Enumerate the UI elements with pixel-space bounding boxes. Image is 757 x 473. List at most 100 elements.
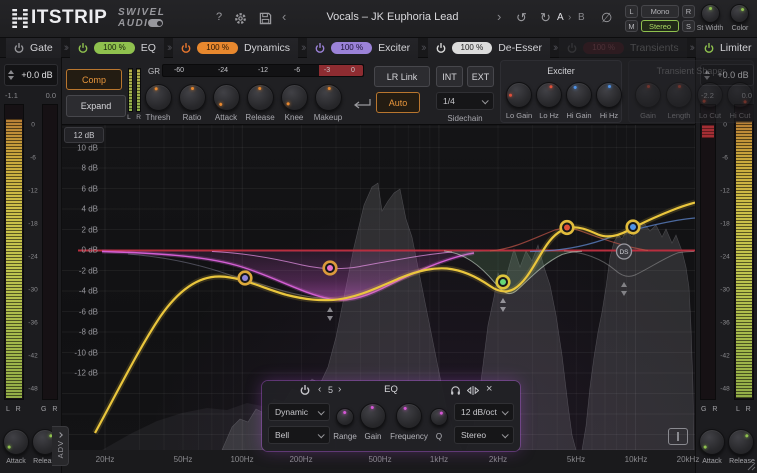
preset-next-button[interactable]: › [497, 9, 501, 24]
stereo-button[interactable]: Stereo [641, 20, 679, 32]
band1-node[interactable] [239, 272, 252, 285]
redo-icon[interactable]: ↻ [540, 10, 551, 26]
band-solo-split-icon[interactable] [467, 385, 479, 396]
close-icon[interactable]: × [486, 383, 492, 395]
band-q-knob[interactable] [430, 408, 448, 426]
makeup-knob[interactable] [315, 84, 342, 111]
exciter-mix-badge[interactable]: 100 % [331, 42, 372, 54]
tab-separator-icon: ›› [298, 42, 307, 54]
eq-panel-title: EQ [262, 384, 520, 395]
preset-name[interactable]: Vocals – JK Euphoria Lead [295, 11, 490, 23]
release-knob[interactable] [247, 84, 274, 111]
undo-icon[interactable]: ↺ [516, 10, 527, 26]
transient-length-knob[interactable] [666, 82, 692, 108]
band-channel-dropdown[interactable]: Stereo [454, 426, 514, 444]
transients-mix-badge[interactable]: 100 % [583, 42, 624, 54]
channel-left-button[interactable]: L [625, 5, 638, 18]
help-button[interactable]: ? [216, 11, 222, 23]
band2-node[interactable] [324, 262, 337, 275]
tab-deesser[interactable]: 100 % De-Esser [428, 38, 550, 58]
color-knob[interactable] [730, 4, 749, 23]
plugin-window: ITSTRIP SWIVEL AUDI ? ‹ Vocals – JK Euph… [0, 0, 757, 473]
gain-reduction-meter [42, 104, 58, 400]
deesser-mix-badge[interactable]: 100 % [452, 42, 493, 54]
channel-right-button[interactable]: R [682, 5, 695, 18]
eq-panel-header: ‹ 5 › EQ × [262, 381, 520, 399]
transient-gain-knob[interactable] [635, 82, 661, 108]
attack-knob[interactable] [213, 84, 240, 111]
limiter-release-knob[interactable] [728, 429, 754, 455]
exciter-power-icon[interactable] [315, 43, 325, 53]
analyzer-toggle-button[interactable] [668, 428, 688, 445]
limiter-gr-meter [700, 104, 716, 400]
comp-button[interactable]: Comp [66, 69, 122, 90]
band4-node[interactable] [561, 221, 574, 234]
tab-transients[interactable]: 100 % Transients [559, 38, 686, 58]
ext-sidechain-button[interactable]: EXT [467, 66, 494, 87]
exciter-lo-gain-knob[interactable] [506, 82, 532, 108]
resize-grip[interactable] [746, 461, 756, 471]
settings-gear-icon[interactable] [234, 12, 247, 25]
brand-toggle-icon [148, 19, 163, 27]
module-tab-bar: Gate ›› 100 % EQ ›› 100 % Dynamics ›› 10… [0, 38, 757, 58]
bypass-icon[interactable]: ∅ [601, 10, 612, 26]
deesser-power-icon[interactable] [436, 43, 446, 53]
tab-exciter-label: Exciter [378, 42, 410, 54]
eq-power-icon[interactable] [78, 43, 88, 53]
exciter-hi-gain-knob[interactable] [566, 82, 592, 108]
tab-dynamics[interactable]: 100 % Dynamics [173, 38, 298, 58]
band5-node[interactable] [627, 221, 640, 234]
sidechain-arrow-icon [352, 98, 372, 110]
transient-lo-cut-knob[interactable] [697, 82, 723, 108]
eq-mix-badge[interactable]: 100 % [94, 42, 135, 54]
save-icon[interactable] [259, 12, 272, 25]
tab-exciter[interactable]: 100 % Exciter [307, 38, 418, 58]
ab-compare-a[interactable]: A [557, 12, 564, 23]
deesser-node[interactable]: DS [617, 244, 632, 259]
thresh-knob[interactable] [145, 84, 172, 111]
limiter-power-icon[interactable] [704, 43, 714, 53]
dynamics-power-icon[interactable] [181, 43, 191, 53]
exciter-hi-hz-knob[interactable] [596, 82, 622, 108]
stepper-arrows-icon[interactable] [5, 70, 17, 80]
lr-link-button[interactable]: LR Link [374, 66, 430, 87]
tab-gate[interactable]: Gate [6, 38, 61, 58]
ratio-knob[interactable] [179, 84, 206, 111]
int-sidechain-button[interactable]: INT [436, 66, 463, 87]
mono-button[interactable]: Mono [641, 5, 679, 18]
input-gain-stepper[interactable]: +0.0 dB [4, 64, 58, 86]
band-listen-headphones-icon[interactable] [450, 385, 461, 396]
gate-attack-knob[interactable] [3, 429, 29, 455]
gr-label: GR [148, 67, 160, 76]
transients-power-icon[interactable] [567, 43, 577, 53]
expand-button[interactable]: Expand [66, 95, 126, 117]
db-range-selector[interactable]: 12 dB [64, 127, 104, 143]
band-frequency-knob[interactable] [396, 403, 422, 429]
tab-eq[interactable]: 100 % EQ [70, 38, 164, 58]
exciter-lo-hz-knob[interactable] [536, 82, 562, 108]
preset-prev-button[interactable]: ‹ [282, 9, 286, 24]
auto-release-button[interactable]: Auto [376, 92, 420, 113]
dynamics-mix-badge[interactable]: 100 % [197, 42, 238, 54]
band-gain-knob[interactable] [360, 403, 386, 429]
band-shape-dropdown[interactable]: Bell [268, 426, 330, 444]
adv-label: ADV [56, 440, 65, 458]
band-slope-dropdown[interactable]: 12 dB/oct [454, 403, 514, 421]
knee-knob[interactable] [281, 84, 308, 111]
dynamics-meter-r [136, 68, 141, 112]
transient-hi-cut-knob[interactable] [727, 82, 753, 108]
gate-power-icon[interactable] [14, 43, 24, 53]
transient-hi-cut-label: Hi Cut [720, 111, 757, 120]
band-mode-dropdown[interactable]: Dynamic [268, 403, 330, 421]
sidechain-sync-dropdown[interactable]: 1/4 [436, 92, 494, 110]
tab-limiter[interactable]: Limiter [696, 38, 757, 58]
stereo-width-knob[interactable] [701, 4, 720, 23]
mid-button[interactable]: M [625, 20, 638, 32]
band3-node[interactable] [497, 276, 510, 289]
input-meter-strip: +0.0 dB -1.1 0.0 0-6 -12-18 -24-30 -36-4… [0, 58, 62, 473]
title-bar: ITSTRIP SWIVEL AUDI ? ‹ Vocals – JK Euph… [0, 0, 757, 38]
limiter-attack-knob[interactable] [699, 429, 725, 455]
band-range-knob[interactable] [336, 408, 354, 426]
advanced-panel-tab[interactable]: ADV [52, 426, 69, 466]
ab-compare-b[interactable]: B [578, 12, 585, 23]
